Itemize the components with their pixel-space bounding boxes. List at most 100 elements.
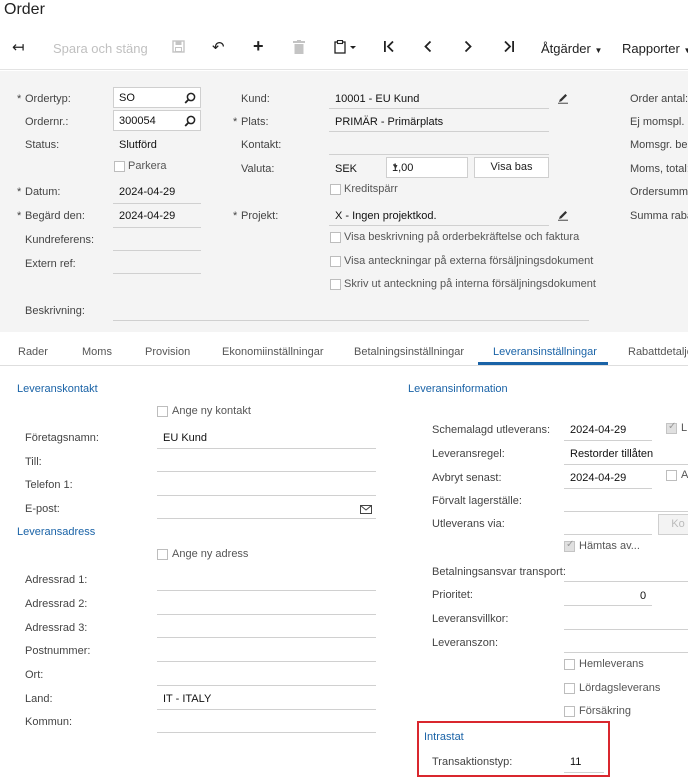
tab-moms[interactable]: Moms [82,346,112,358]
requested-value[interactable]: 2024-04-29 [119,210,175,222]
order-nr-field[interactable]: 300054 [113,110,201,131]
addr1-field[interactable] [157,590,376,591]
search-icon[interactable] [184,115,196,127]
right-checkbox-2[interactable] [666,470,677,481]
search-icon[interactable] [184,92,196,104]
date-label: Datum: [17,186,61,198]
zone-field[interactable] [564,652,688,653]
city-label: Ort: [25,669,44,681]
plus-icon[interactable]: + [253,36,264,57]
chevron-right-icon[interactable] [463,40,473,56]
first-page-icon[interactable] [383,40,395,56]
municipality-label: Kommun: [25,716,73,728]
terms-label: Leveransvillkor: [432,613,509,625]
trash-icon[interactable] [293,40,305,57]
save-icon[interactable] [172,40,185,56]
country-underline [157,709,376,710]
description-field[interactable] [113,320,589,321]
credit-hold-label: Kreditspärr [344,183,398,195]
pencil-icon[interactable] [557,92,569,104]
add-address-checkbox[interactable] [157,549,168,560]
city-field[interactable] [157,685,376,686]
insurance-label: Försäkring [579,705,631,717]
park-label: Parkera [128,160,167,172]
customer-underline [329,108,549,109]
save-close-button[interactable]: Spara och stäng [53,41,148,56]
rate-dropdown[interactable]: 1,00 ▼ [386,157,468,178]
right-check2-label: A [681,469,688,481]
actions-menu[interactable]: Åtgärder ▼ [541,41,602,56]
priority-label: Prioritet: [432,589,473,601]
add-contact-label: Ange ny kontakt [172,405,251,417]
tab-leverans[interactable]: Leveransinställningar [493,346,597,358]
rule-value[interactable]: Restorder tillåten [570,448,653,460]
right-checkbox-1[interactable] [666,421,677,434]
envelope-icon[interactable] [360,505,372,514]
company-value[interactable]: EU Kund [163,432,207,444]
tab-ekonomi[interactable]: Ekonomiinställningar [222,346,324,358]
priority-value[interactable]: 0 [640,590,646,602]
park-checkbox[interactable] [114,161,125,172]
order-type-field[interactable]: SO [113,87,201,108]
reports-menu[interactable]: Rapporter ▼ [622,41,688,56]
tab-rader[interactable]: Rader [18,346,48,358]
shipvia-field[interactable] [564,534,652,535]
requested-underline [113,227,201,228]
country-value[interactable]: IT - ITALY [163,693,211,705]
company-label: Företagsnamn: [25,432,99,444]
date-value[interactable]: 2024-04-29 [119,186,175,198]
addr1-label: Adressrad 1: [25,574,88,586]
contact-field[interactable] [329,154,549,155]
saturday-label: Lördagsleverans [579,682,661,694]
tab-rabatt[interactable]: Rabattdetalje [628,346,688,358]
order-type-label: Ordertyp: [17,93,71,105]
email-field[interactable] [157,518,376,519]
addr3-field[interactable] [157,637,376,638]
pencil-icon[interactable] [557,209,569,221]
warehouse-field[interactable] [564,511,688,512]
tab-provision[interactable]: Provision [145,346,190,358]
project-value[interactable]: X - Ingen projektkod. [335,210,437,222]
zone-label: Leveranszon: [432,637,499,649]
status-label: Status: [25,139,60,151]
customer-value[interactable]: 10001 - EU Kund [335,93,419,105]
highlight-box [417,721,610,777]
municipality-field[interactable] [157,732,376,733]
terms-field[interactable] [564,629,688,630]
insurance-checkbox[interactable] [564,706,575,717]
location-value[interactable]: PRIMÄR - Primärplats [335,116,443,128]
external-ref-field[interactable] [113,273,201,274]
home-delivery-checkbox[interactable] [564,659,575,670]
saturday-checkbox[interactable] [564,683,575,694]
chevron-left-icon[interactable] [423,40,433,56]
to-label: Till: [25,456,42,468]
show-desc-checkbox[interactable] [330,232,341,243]
addr2-field[interactable] [157,614,376,615]
home-delivery-label: Hemleverans [579,658,644,670]
cancel-value[interactable]: 2024-04-29 [570,472,626,484]
show-base-button[interactable]: Visa bas [474,157,549,178]
credit-hold-checkbox[interactable] [330,184,341,195]
pickup-checkbox[interactable] [564,539,575,552]
clipboard-icon[interactable] [334,39,358,57]
postal-field[interactable] [157,661,376,662]
freight-field[interactable] [564,581,688,582]
back-icon[interactable]: ↤ [12,38,25,56]
undo-icon[interactable]: ↶ [212,38,225,56]
external-ref-label: Extern ref: [25,258,76,270]
tab-betalning[interactable]: Betalningsinställningar [354,346,464,358]
customer-ref-field[interactable] [113,250,201,251]
last-page-icon[interactable] [503,40,515,56]
add-contact-checkbox[interactable] [157,406,168,417]
addr2-label: Adressrad 2: [25,598,88,610]
phone-field[interactable] [157,495,376,496]
scheduled-value[interactable]: 2024-04-29 [570,424,626,436]
print-notes-checkbox[interactable] [330,279,341,290]
to-field[interactable] [157,471,376,472]
customer-ref-label: Kundreferens: [25,234,95,246]
show-notes-checkbox[interactable] [330,256,341,267]
pickup-label: Hämtas av... [579,540,640,552]
phone-label: Telefon 1: [25,479,73,491]
currency-value[interactable]: SEK [335,163,357,175]
shipvia-button[interactable]: Ko [658,514,688,535]
